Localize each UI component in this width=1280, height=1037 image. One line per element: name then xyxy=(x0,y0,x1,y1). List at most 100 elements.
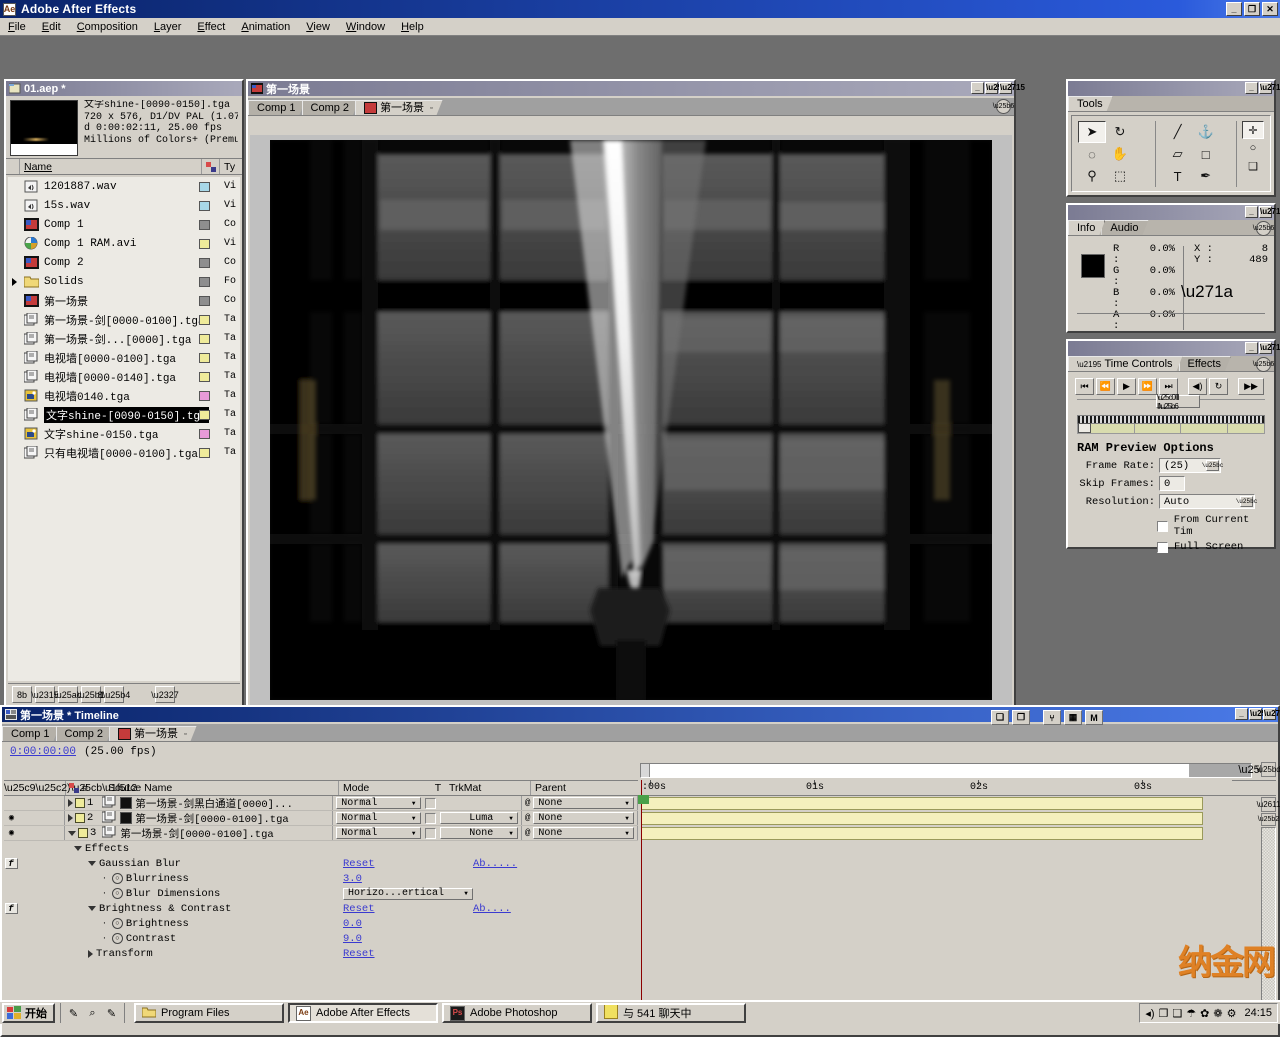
frame-blending-button[interactable]: ▦ xyxy=(1064,710,1082,725)
property-label-cell[interactable]: · ○ Contrast xyxy=(102,933,343,945)
layer-label-color[interactable] xyxy=(78,828,88,838)
timeline-tab-2[interactable]: 第一场景 ▫ xyxy=(109,726,196,741)
pickwhip-icon[interactable]: @ xyxy=(525,798,530,808)
motion-blur-button[interactable]: ⑂ xyxy=(1043,710,1061,725)
project-item[interactable]: 只有电视墙[0000-0100].tga Ta xyxy=(8,443,240,462)
close-button[interactable]: ✕ xyxy=(1262,2,1278,16)
loop-toggle-button[interactable]: ↻ xyxy=(1209,378,1228,395)
fx-toggle-icon[interactable]: f xyxy=(4,903,18,914)
timeline-property-row[interactable]: f Brightness & Contrast Reset Ab.... xyxy=(4,901,638,916)
project-item-label-swatch[interactable] xyxy=(199,219,210,230)
settings-icon[interactable]: ⚙ xyxy=(1227,1007,1237,1020)
project-item-label-swatch[interactable] xyxy=(199,447,210,458)
column-header-type[interactable]: Ty xyxy=(220,159,242,174)
hand-tool[interactable]: ✋ xyxy=(1106,143,1134,165)
stopwatch-icon[interactable]: ○ xyxy=(111,918,123,929)
stopwatch-icon[interactable]: ○ xyxy=(111,933,123,944)
project-item-label-swatch[interactable] xyxy=(199,181,210,192)
property-value[interactable]: Reset xyxy=(343,903,375,915)
project-item-label-swatch[interactable] xyxy=(199,428,210,439)
project-item[interactable]: Solids Fo xyxy=(8,272,240,291)
project-item[interactable]: Comp 1 RAM.avi Vi xyxy=(8,234,240,253)
restore-button[interactable]: ❐ xyxy=(1244,2,1260,16)
property-value-cell[interactable]: 0.0 xyxy=(343,918,473,930)
mode-dropdown[interactable]: Normal ▼ xyxy=(336,827,421,839)
navigator-left-handle[interactable] xyxy=(641,764,650,777)
timeline-property-row[interactable]: Effects xyxy=(4,841,638,856)
property-value[interactable]: Reset xyxy=(343,948,375,960)
menu-composition[interactable]: Composition xyxy=(69,19,146,35)
axis-tool[interactable]: ✛ xyxy=(1242,121,1264,139)
project-item[interactable]: 1201887.wav Vi xyxy=(8,177,240,196)
track-matte-cell[interactable]: Luma ▼ xyxy=(437,811,522,825)
property-twirl-icon[interactable] xyxy=(88,949,93,958)
mode-dropdown[interactable]: Normal ▼ xyxy=(336,812,421,824)
preserve-transparency-checkbox[interactable] xyxy=(425,812,437,824)
project-item-label-swatch[interactable] xyxy=(199,371,210,382)
time-ruler[interactable]: :00s 01s 02s 03s xyxy=(638,780,1232,796)
layer-duration-bar[interactable] xyxy=(641,797,1203,810)
tab-effects[interactable]: Effects xyxy=(1179,356,1231,371)
property-value-cell[interactable]: Reset xyxy=(343,948,473,960)
audio-toggle-icon[interactable] xyxy=(19,811,34,825)
menu-layer[interactable]: Layer xyxy=(146,19,190,35)
property-value[interactable]: 9.0 xyxy=(343,933,362,945)
property-about-link[interactable]: Ab..... xyxy=(473,858,517,870)
comp-panel-menu-icon[interactable]: \u25b6 xyxy=(993,99,1014,114)
timeline-property-row[interactable]: · ○ Brightness 0.0 xyxy=(4,916,638,931)
project-settings-button[interactable]: 8\u25b4 xyxy=(98,686,130,703)
first-frame-button[interactable]: ⏮ xyxy=(1075,378,1094,395)
layer-name-cell[interactable]: 第一场景-剑[0000-0100].tga xyxy=(102,826,334,840)
timectl-panel-menu-icon[interactable]: \u25b6 xyxy=(1253,357,1274,372)
zoom-tool[interactable]: ⚲ xyxy=(1078,165,1106,187)
property-twirl-icon[interactable] xyxy=(88,861,96,866)
selection-tool[interactable]: ➤ xyxy=(1078,121,1106,143)
play-button[interactable]: ▶ xyxy=(1117,378,1136,395)
trkmat-dropdown[interactable]: None ▼ xyxy=(440,827,518,839)
info-panel-menu-icon[interactable]: \u25b6 xyxy=(1253,221,1274,236)
full-screen-checkbox[interactable] xyxy=(1157,541,1168,553)
live-update-button[interactable]: ❑ xyxy=(991,710,1009,725)
property-label-cell[interactable]: Brightness & Contrast xyxy=(88,903,343,915)
time-navigator-bar[interactable] xyxy=(640,763,1252,778)
preserve-transparency-checkbox[interactable] xyxy=(425,827,437,839)
property-label-cell[interactable]: · ○ Blurriness xyxy=(102,873,343,885)
layer-name-cell[interactable]: 第一场景-剑[0000-0100].tga xyxy=(102,811,334,825)
audio-toggle-icon[interactable] xyxy=(19,826,34,840)
media-player-icon[interactable]: ✎ xyxy=(104,1006,119,1021)
trkmat-header[interactable]: TrkMat xyxy=(445,781,531,795)
clone-stamp-tool[interactable]: ⚓ xyxy=(1192,121,1220,143)
menu-animation[interactable]: Animation xyxy=(233,19,298,35)
app-icon[interactable]: ❁ xyxy=(1213,1007,1222,1020)
stopwatch-icon[interactable]: ○ xyxy=(111,873,123,884)
audio-toggle-icon[interactable] xyxy=(19,796,34,810)
time-zoom-thumb[interactable]: \u25c0III II\u25b6 xyxy=(1155,393,1200,411)
video-toggle-icon[interactable] xyxy=(4,796,19,810)
mode-dropdown[interactable]: Normal ▼ xyxy=(336,797,421,809)
taskbar-button[interactable]: Ae Adobe After Effects xyxy=(288,1003,438,1023)
parent-cell[interactable]: @ None ▼ xyxy=(522,826,638,840)
property-value[interactable]: 0.0 xyxy=(343,918,362,930)
new-folder-button[interactable]: \u25ad xyxy=(54,686,82,703)
project-item-list[interactable]: 1201887.wav Vi 15s.wav Vi Comp 1 Co Comp 1 RAM… xyxy=(8,177,240,681)
timeline-property-row[interactable]: · ○ Blur Dimensions Horizo...ertical ▼ xyxy=(4,886,638,901)
volume-icon[interactable]: ◂) xyxy=(1145,1007,1154,1020)
timeline-layer-rows[interactable]: 1 第一场景-剑黑白通道[0000]... Normal ▼ @ None ▼ ◉ 2 第一场景-… xyxy=(4,796,638,1017)
menu-file[interactable]: File xyxy=(0,19,34,35)
property-label-cell[interactable]: · ○ Blur Dimensions xyxy=(102,888,343,900)
property-value-cell[interactable]: 9.0 xyxy=(343,933,473,945)
property-about-cell[interactable]: Ab.... xyxy=(473,903,563,915)
preserve-transparency-cell[interactable] xyxy=(424,811,438,825)
comp-close-button[interactable]: \u2715 xyxy=(999,82,1025,94)
display-icon[interactable]: ❑ xyxy=(1172,1007,1182,1020)
solo-toggle-icon[interactable] xyxy=(34,811,49,825)
layer-mode-cell[interactable]: Normal ▼ xyxy=(333,811,423,825)
project-item[interactable]: 第一场景-剑...[0000].tga Ta xyxy=(8,329,240,348)
tab-tools[interactable]: Tools xyxy=(1068,96,1113,111)
parent-dropdown[interactable]: None ▼ xyxy=(533,827,635,839)
network-icon[interactable]: ❐ xyxy=(1159,1007,1169,1020)
property-value[interactable]: Reset xyxy=(343,858,375,870)
project-item[interactable]: Comp 2 Co xyxy=(8,253,240,272)
scroll-up-button[interactable]: \u25b2 xyxy=(1258,813,1279,826)
menu-window[interactable]: Window xyxy=(338,19,393,35)
